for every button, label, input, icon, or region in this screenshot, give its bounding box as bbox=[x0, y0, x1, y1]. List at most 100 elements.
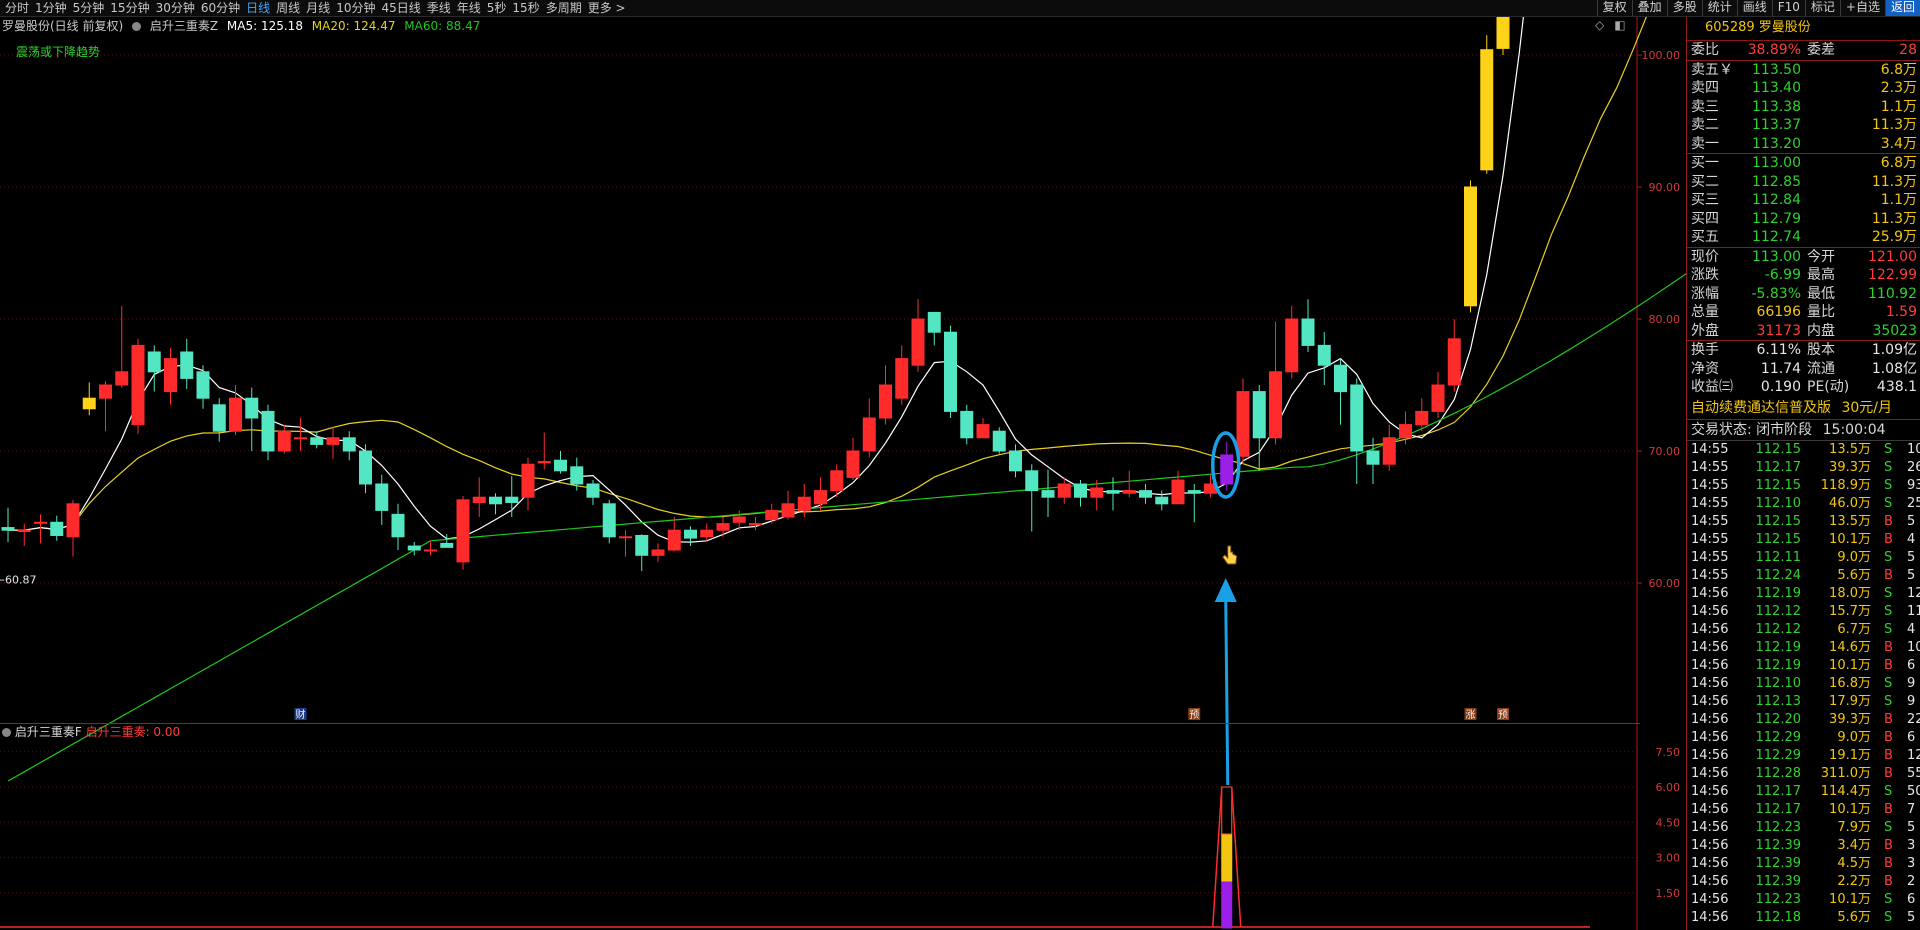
candle-body bbox=[992, 430, 1006, 452]
indicator-panel-name[interactable]: 启升三重奏F bbox=[15, 725, 82, 739]
tick-count: 26 bbox=[1907, 459, 1920, 475]
period-tab[interactable]: 60分钟 bbox=[198, 0, 243, 16]
tool-button[interactable]: 复权 bbox=[1596, 0, 1632, 16]
tool-button[interactable]: 画线 bbox=[1736, 0, 1772, 16]
tick-time: 14:56 bbox=[1691, 783, 1729, 799]
order-row: 买三 112.84 1.1万 bbox=[1687, 191, 1920, 210]
subscription-ad[interactable]: 自动续费通达信普及版 30元/月 bbox=[1687, 397, 1920, 420]
quote-label: 净资 bbox=[1691, 360, 1719, 377]
tick-count: 5 bbox=[1907, 549, 1916, 565]
tick-volume: 118.9万 bbox=[1820, 477, 1871, 493]
quote-value: -5.83% bbox=[1751, 285, 1801, 302]
period-tab[interactable]: 15秒 bbox=[509, 0, 542, 16]
tick-time: 14:55 bbox=[1691, 531, 1729, 547]
period-tab[interactable]: 45日线 bbox=[378, 0, 423, 16]
tool-button[interactable]: 标记 bbox=[1804, 0, 1840, 16]
candle-body bbox=[261, 410, 275, 452]
chart-info-line: 罗曼股份(日线 前复权) 启升三重奏Z MA5: 125.18 MA20: 12… bbox=[2, 18, 485, 34]
tick-side: S bbox=[1884, 783, 1893, 799]
period-tab[interactable]: 分时 bbox=[2, 0, 32, 16]
tool-button[interactable]: 返回 bbox=[1884, 0, 1920, 16]
period-tab[interactable]: 周线 bbox=[273, 0, 303, 16]
signal-segment bbox=[1221, 833, 1233, 882]
candle-body bbox=[537, 461, 551, 464]
period-tab[interactable]: 更多 > bbox=[585, 0, 629, 16]
period-tab[interactable]: 30分钟 bbox=[153, 0, 198, 16]
diamond-icon[interactable]: ◇ bbox=[1595, 18, 1604, 32]
tick-time: 14:55 bbox=[1691, 459, 1729, 475]
tool-button[interactable]: F10 bbox=[1771, 0, 1805, 16]
period-tab[interactable]: 多周期 bbox=[543, 0, 585, 16]
tick-price: 112.19 bbox=[1755, 657, 1802, 673]
tick-price: 112.17 bbox=[1755, 801, 1802, 817]
candle-body bbox=[879, 384, 892, 419]
quote-row: 外盘 31173 内盘 35023 bbox=[1687, 322, 1920, 341]
indicator-toggle-icon[interactable] bbox=[2, 728, 11, 737]
indicator-toggle-icon[interactable] bbox=[132, 22, 142, 31]
tick-price: 112.12 bbox=[1755, 603, 1802, 619]
candle-body bbox=[1041, 490, 1055, 498]
tick-side: S bbox=[1884, 909, 1893, 925]
signal-segment bbox=[1221, 880, 1233, 929]
tick-side: B bbox=[1884, 837, 1893, 853]
tool-button[interactable]: 统计 bbox=[1701, 0, 1737, 16]
candle-body bbox=[456, 499, 470, 563]
tick-time: 14:55 bbox=[1691, 495, 1729, 511]
candle-body bbox=[1399, 424, 1412, 439]
stock-label: 罗曼股份(日线 前复权) bbox=[2, 19, 124, 33]
kline-chart[interactable]: 60.0070.0080.0090.00100.00110.00120.0013… bbox=[0, 0, 1686, 930]
period-tab[interactable]: 季线 bbox=[424, 0, 454, 16]
candle-body bbox=[245, 397, 259, 419]
tick-side: B bbox=[1884, 531, 1893, 547]
tick-volume: 13.5万 bbox=[1829, 441, 1871, 457]
period-tab[interactable]: 5分钟 bbox=[70, 0, 108, 16]
candle-body bbox=[635, 534, 649, 556]
candle-body bbox=[1431, 384, 1445, 412]
tick-row: 14:56 112.23 10.1万 S 6 bbox=[1687, 891, 1920, 909]
period-tab[interactable]: 5秒 bbox=[484, 0, 510, 16]
tick-price: 112.17 bbox=[1755, 459, 1802, 475]
tick-count: 5 bbox=[1907, 819, 1916, 835]
tick-list[interactable]: 14:55 112.15 13.5万 S 10 14:55 112.17 39.3万 S 26 14… bbox=[1687, 441, 1920, 927]
restore-icon[interactable]: ◧ bbox=[1614, 18, 1625, 32]
tick-row: 14:55 112.10 46.0万 S 25 bbox=[1687, 495, 1920, 513]
event-marker-label: 涨 bbox=[1466, 709, 1476, 721]
indicator-name[interactable]: 启升三重奏Z bbox=[150, 19, 218, 33]
quote-row: 换手 6.11% 股本 1.09亿 bbox=[1687, 341, 1920, 360]
period-tab[interactable]: 15分钟 bbox=[107, 0, 152, 16]
tool-button[interactable]: 叠加 bbox=[1631, 0, 1667, 16]
candle-body bbox=[1009, 450, 1022, 472]
candle-body bbox=[424, 549, 437, 552]
ad-price[interactable]: 30元/月 bbox=[1841, 400, 1892, 416]
annotation-arrow-head bbox=[1214, 578, 1237, 602]
tool-button[interactable]: 多股 bbox=[1666, 0, 1702, 16]
tick-time: 14:56 bbox=[1691, 837, 1729, 853]
period-tab[interactable]: 1分钟 bbox=[32, 0, 70, 16]
tick-count: 3 bbox=[1907, 855, 1916, 871]
candle-body bbox=[1025, 470, 1039, 492]
indicator-tick-label: 7.50 bbox=[1656, 746, 1681, 759]
ad-text[interactable]: 自动续费通达信普及版 bbox=[1691, 400, 1831, 416]
order-label: 买五 bbox=[1691, 229, 1719, 245]
candle-body bbox=[895, 358, 909, 399]
order-price: 113.40 bbox=[1752, 80, 1801, 96]
weibi-label: 委比 bbox=[1691, 42, 1719, 58]
order-row: 卖一 113.20 3.4万 bbox=[1687, 135, 1920, 154]
tick-price: 112.23 bbox=[1755, 819, 1802, 835]
tool-button[interactable]: +自选 bbox=[1839, 0, 1885, 16]
candle-body bbox=[927, 311, 941, 333]
quote-value: 31173 bbox=[1756, 322, 1801, 339]
order-volume: 1.1万 bbox=[1880, 98, 1917, 115]
period-tab[interactable]: 月线 bbox=[303, 0, 333, 16]
period-tab[interactable]: 日线 bbox=[243, 0, 273, 16]
candle-body bbox=[732, 516, 746, 523]
order-label: 卖四 bbox=[1691, 80, 1719, 96]
period-tab[interactable]: 年线 bbox=[454, 0, 484, 16]
candle-body bbox=[180, 351, 194, 379]
indicator-tick-label: 6.00 bbox=[1656, 781, 1681, 794]
period-tab[interactable]: 10分钟 bbox=[333, 0, 378, 16]
tick-side: S bbox=[1884, 477, 1893, 493]
tick-volume: 14.6万 bbox=[1829, 639, 1871, 655]
candle-body bbox=[667, 529, 681, 551]
candle-body bbox=[765, 509, 779, 521]
